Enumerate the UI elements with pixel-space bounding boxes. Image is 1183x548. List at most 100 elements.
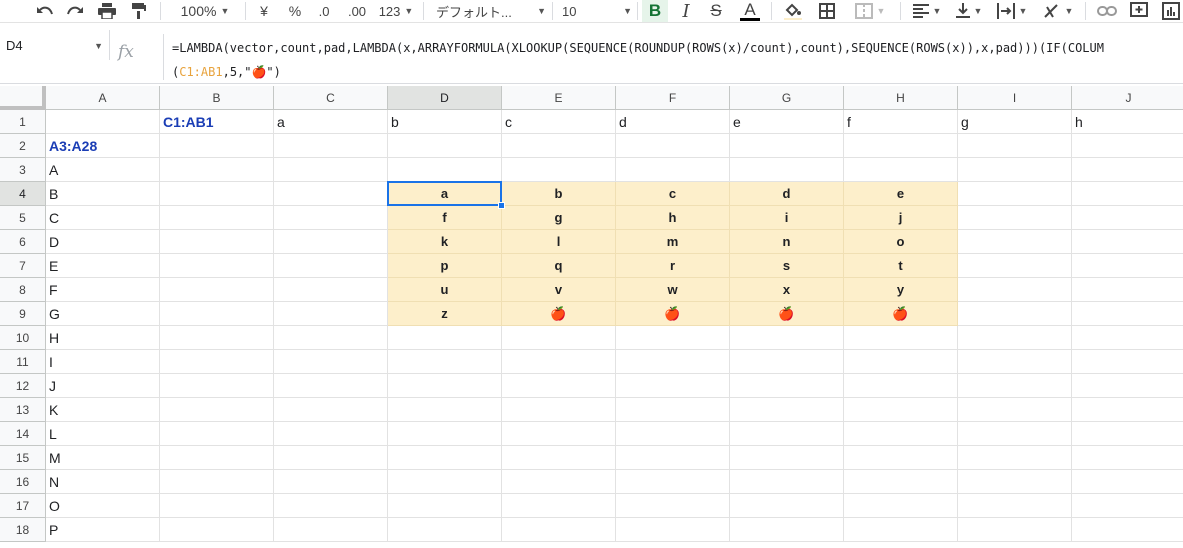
cell-i2[interactable] — [958, 134, 1072, 158]
cell-g13[interactable] — [730, 398, 844, 422]
cell-e16[interactable] — [502, 470, 616, 494]
cell-d2[interactable] — [388, 134, 502, 158]
cell-b7[interactable] — [160, 254, 274, 278]
cell-h9[interactable]: 🍎 — [844, 302, 958, 326]
cell-g11[interactable] — [730, 350, 844, 374]
cell-f7[interactable]: r — [616, 254, 730, 278]
cell-j18[interactable] — [1072, 518, 1183, 542]
cell-e18[interactable] — [502, 518, 616, 542]
cell-b2[interactable] — [160, 134, 274, 158]
cell-h14[interactable] — [844, 422, 958, 446]
row-header-9[interactable]: 9 — [0, 302, 46, 326]
cell-g10[interactable] — [730, 326, 844, 350]
cell-c14[interactable] — [274, 422, 388, 446]
cell-i5[interactable] — [958, 206, 1072, 230]
borders-icon[interactable] — [815, 0, 839, 22]
cell-b3[interactable] — [160, 158, 274, 182]
formula-input[interactable]: =LAMBDA(vector,count,pad,LAMBDA(x,ARRAYF… — [172, 36, 1183, 84]
cell-g17[interactable] — [730, 494, 844, 518]
cell-f14[interactable] — [616, 422, 730, 446]
row-header-10[interactable]: 10 — [0, 326, 46, 350]
cell-g9[interactable]: 🍎 — [730, 302, 844, 326]
cell-b4[interactable] — [160, 182, 274, 206]
cell-j2[interactable] — [1072, 134, 1183, 158]
cell-b16[interactable] — [160, 470, 274, 494]
link-icon[interactable] — [1094, 0, 1120, 22]
column-header-e[interactable]: E — [502, 86, 616, 110]
cell-b17[interactable] — [160, 494, 274, 518]
cell-e4[interactable]: b — [502, 182, 616, 206]
row-header-6[interactable]: 6 — [0, 230, 46, 254]
cell-e7[interactable]: q — [502, 254, 616, 278]
row-header-14[interactable]: 14 — [0, 422, 46, 446]
cell-i11[interactable] — [958, 350, 1072, 374]
cell-e5[interactable]: g — [502, 206, 616, 230]
cell-d11[interactable] — [388, 350, 502, 374]
cell-i17[interactable] — [958, 494, 1072, 518]
column-header-f[interactable]: F — [616, 86, 730, 110]
cell-e14[interactable] — [502, 422, 616, 446]
row-header-1[interactable]: 1 — [0, 110, 46, 134]
cell-b13[interactable] — [160, 398, 274, 422]
cell-e2[interactable] — [502, 134, 616, 158]
zoom-select[interactable]: 100% ▼ — [170, 0, 240, 22]
chart-icon[interactable] — [1158, 0, 1183, 22]
column-header-g[interactable]: G — [730, 86, 844, 110]
cell-f15[interactable] — [616, 446, 730, 470]
cell-i9[interactable] — [958, 302, 1072, 326]
row-header-4[interactable]: 4 — [0, 182, 46, 206]
cell-i4[interactable] — [958, 182, 1072, 206]
percent-button[interactable]: % — [285, 0, 305, 22]
cell-c2[interactable] — [274, 134, 388, 158]
row-header-18[interactable]: 18 — [0, 518, 46, 542]
cell-a4[interactable]: B — [46, 182, 160, 206]
cell-i7[interactable] — [958, 254, 1072, 278]
cell-h10[interactable] — [844, 326, 958, 350]
redo-icon[interactable] — [64, 0, 86, 22]
cell-h3[interactable] — [844, 158, 958, 182]
cell-d8[interactable]: u — [388, 278, 502, 302]
cell-g12[interactable] — [730, 374, 844, 398]
cell-a1[interactable] — [46, 110, 160, 134]
cell-d16[interactable] — [388, 470, 502, 494]
cell-j15[interactable] — [1072, 446, 1183, 470]
cell-d4[interactable]: a — [388, 182, 502, 206]
cell-f4[interactable]: c — [616, 182, 730, 206]
cell-h18[interactable] — [844, 518, 958, 542]
cell-b18[interactable] — [160, 518, 274, 542]
cell-h1[interactable]: f — [844, 110, 958, 134]
cell-d6[interactable]: k — [388, 230, 502, 254]
bold-button[interactable]: B — [642, 0, 668, 22]
cell-c9[interactable] — [274, 302, 388, 326]
cell-j14[interactable] — [1072, 422, 1183, 446]
vertical-align-icon[interactable]: ▼ — [952, 0, 986, 22]
cell-i12[interactable] — [958, 374, 1072, 398]
merge-cells-icon[interactable]: ▼ — [848, 0, 892, 22]
cell-h2[interactable] — [844, 134, 958, 158]
cell-g16[interactable] — [730, 470, 844, 494]
cell-i14[interactable] — [958, 422, 1072, 446]
cell-j4[interactable] — [1072, 182, 1183, 206]
cell-a11[interactable]: I — [46, 350, 160, 374]
cell-i8[interactable] — [958, 278, 1072, 302]
cell-h12[interactable] — [844, 374, 958, 398]
cell-h11[interactable] — [844, 350, 958, 374]
cell-f8[interactable]: w — [616, 278, 730, 302]
cell-j12[interactable] — [1072, 374, 1183, 398]
cell-f9[interactable]: 🍎 — [616, 302, 730, 326]
text-rotation-icon[interactable]: ▼ — [1038, 0, 1078, 22]
row-header-7[interactable]: 7 — [0, 254, 46, 278]
cell-j16[interactable] — [1072, 470, 1183, 494]
row-header-13[interactable]: 13 — [0, 398, 46, 422]
cell-i6[interactable] — [958, 230, 1072, 254]
cell-e3[interactable] — [502, 158, 616, 182]
strikethrough-button[interactable]: S — [704, 0, 728, 22]
cell-f10[interactable] — [616, 326, 730, 350]
cell-a17[interactable]: O — [46, 494, 160, 518]
cell-a13[interactable]: K — [46, 398, 160, 422]
cell-i15[interactable] — [958, 446, 1072, 470]
horizontal-align-icon[interactable]: ▼ — [910, 0, 944, 22]
name-box[interactable]: D4 ▼ — [0, 30, 110, 60]
row-header-2[interactable]: 2 — [0, 134, 46, 158]
cell-a12[interactable]: J — [46, 374, 160, 398]
